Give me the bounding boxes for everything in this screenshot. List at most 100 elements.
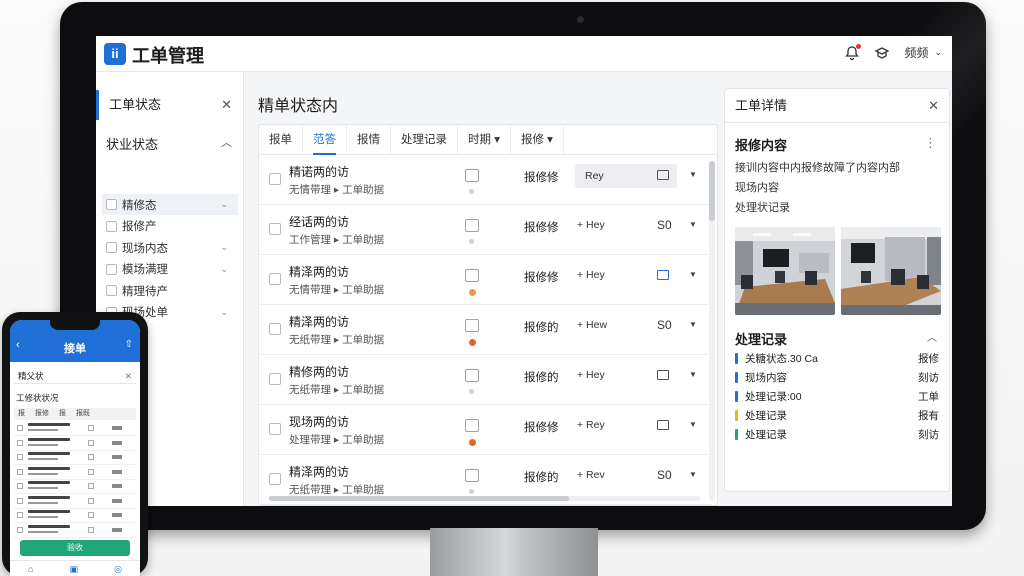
table-row[interactable]: 精泽两的访 无情带理 ▸ 工单助据 报修修 + Hey ▼ <box>259 255 711 305</box>
filter-checkbox[interactable] <box>106 199 117 210</box>
profile-icon[interactable]: ◎ <box>114 561 122 576</box>
log-row: 关糖状态.30 Ca 报修 <box>735 351 939 367</box>
mobile-row-checkbox[interactable] <box>17 526 23 533</box>
scrollbar-thumb[interactable] <box>269 496 569 501</box>
help-icon[interactable] <box>874 45 890 61</box>
row-checkbox[interactable] <box>269 273 281 285</box>
mobile-accept-button[interactable]: 验收 <box>20 540 130 556</box>
mobile-list-item[interactable] <box>14 480 136 494</box>
row-assignee[interactable]: + Hey <box>577 369 605 381</box>
filter-checkbox[interactable] <box>106 263 117 275</box>
image-icon[interactable] <box>657 170 669 180</box>
mobile-list-item[interactable] <box>14 422 136 436</box>
notification-bell-icon[interactable] <box>844 43 862 61</box>
mobile-search[interactable]: 精父状 ✕ <box>14 368 136 384</box>
tab-3[interactable]: 处理记录 <box>391 125 458 155</box>
chevron-up-icon[interactable]: ︿ <box>927 329 937 344</box>
home-icon[interactable]: ⌂ <box>28 561 33 576</box>
log-status-bar <box>735 372 738 383</box>
chevron-down-icon[interactable]: ▼ <box>689 470 697 479</box>
table-row[interactable]: 精修两的访 无纸带理 ▸ 工单助据 报修的 + Hey ▼ <box>259 355 711 405</box>
filter-checkbox[interactable] <box>106 220 117 232</box>
image-icon[interactable] <box>657 420 669 430</box>
image-icon[interactable] <box>657 370 669 380</box>
row-subtitle: 处理带理 ▸ 工单助据 <box>289 434 385 446</box>
mobile-row-checkbox[interactable] <box>17 497 23 504</box>
document-icon[interactable] <box>465 219 479 232</box>
list-icon[interactable]: ▣ <box>70 561 79 576</box>
chevron-down-icon[interactable]: ▼ <box>689 370 697 379</box>
chevron-down-icon[interactable]: ▼ <box>689 220 697 229</box>
close-icon[interactable]: ✕ <box>221 90 232 120</box>
document-icon[interactable] <box>465 169 479 182</box>
table-row[interactable]: 现场两的访 处理带理 ▸ 工单助据 报修修 + Rey ▼ <box>259 405 711 455</box>
tab-2[interactable]: 报情 <box>347 125 391 155</box>
filter-item[interactable]: 模场满理 ⌄ <box>102 259 238 280</box>
mobile-row-checkbox[interactable] <box>17 425 23 431</box>
document-icon[interactable] <box>465 369 479 382</box>
site-photo[interactable] <box>735 227 835 315</box>
mobile-row-checkbox[interactable] <box>17 468 23 475</box>
row-assignee[interactable]: + Hey <box>577 269 605 281</box>
document-icon[interactable] <box>465 419 479 432</box>
mobile-row-checkbox[interactable] <box>17 483 23 489</box>
mobile-row-checkbox[interactable] <box>17 512 23 518</box>
mobile-phone: ‹ 接单 ⇧ 精父状 ✕ 工修状状况 报 报修 报 报既 验收 ⌂ ▣ ◎ <box>2 312 148 576</box>
vertical-scrollbar[interactable] <box>709 161 715 501</box>
row-checkbox[interactable] <box>269 223 281 235</box>
mobile-row-checkbox[interactable] <box>17 439 23 446</box>
site-photo[interactable] <box>841 227 941 315</box>
chevron-down-icon[interactable]: ▼ <box>689 170 697 179</box>
row-checkbox[interactable] <box>269 323 281 335</box>
mobile-list-item[interactable] <box>14 509 136 523</box>
mobile-list-item[interactable] <box>14 437 136 451</box>
close-icon[interactable]: ✕ <box>125 368 132 384</box>
row-assignee[interactable]: + Rev <box>577 469 605 481</box>
row-checkbox[interactable] <box>269 373 281 385</box>
mobile-list-item[interactable] <box>14 466 136 480</box>
mobile-list-item[interactable] <box>14 495 136 509</box>
tab-4[interactable]: 时期 ▾ <box>458 125 511 155</box>
close-icon[interactable]: ✕ <box>928 89 939 123</box>
filter-item[interactable]: 现场内态 ⌄ <box>102 237 238 258</box>
table-row[interactable]: 精诺两的访 无情带理 ▸ 工单助据 报修修 Rey ▼ <box>259 155 711 205</box>
share-icon[interactable]: ⇧ <box>125 339 133 350</box>
detail-header: 工单详情 ✕ <box>725 89 949 123</box>
filter-checkbox[interactable] <box>106 285 117 296</box>
row-assignee[interactable]: + Rey <box>577 419 605 431</box>
chevron-down-icon[interactable]: ▼ <box>689 320 697 329</box>
filter-section-title[interactable]: 状业状态 ︿ <box>106 134 234 153</box>
document-icon[interactable] <box>465 319 479 332</box>
row-assignee[interactable]: + Hey <box>577 219 605 231</box>
image-icon[interactable] <box>657 270 669 280</box>
mobile-column-label: 报 <box>18 410 25 417</box>
more-icon[interactable]: ⋮ <box>924 135 937 151</box>
filter-item[interactable]: 精修态 ⌄ <box>102 194 238 215</box>
chevron-down-icon[interactable]: ▼ <box>689 420 697 429</box>
row-title: 精修两的访 <box>289 365 350 379</box>
tab-1[interactable]: 范答 <box>303 125 347 155</box>
accept-button[interactable]: 验收 <box>735 455 829 481</box>
row-assignee[interactable]: + Hew <box>577 319 607 331</box>
chevron-down-icon[interactable]: ▼ <box>689 270 697 279</box>
tab-5[interactable]: 报修 ▾ <box>511 125 564 155</box>
filter-item[interactable]: 报修产 <box>102 216 238 237</box>
document-icon[interactable] <box>465 269 479 282</box>
mobile-list-item[interactable] <box>14 451 136 465</box>
tab-0[interactable]: 报单 <box>259 125 303 155</box>
filter-item[interactable]: 精理待产 <box>102 280 238 301</box>
row-checkbox[interactable] <box>269 473 281 485</box>
horizontal-scrollbar[interactable] <box>269 496 701 501</box>
filter-checkbox[interactable] <box>106 242 117 253</box>
mobile-row-value <box>112 513 122 517</box>
table-row[interactable]: 经话两的访 工作管理 ▸ 工单助据 报修修 + Hey S0 ▼ <box>259 205 711 255</box>
user-menu[interactable]: 频频 ⌄ <box>904 44 942 61</box>
mobile-row-checkbox[interactable] <box>17 454 23 460</box>
row-checkbox[interactable] <box>269 173 281 185</box>
document-icon[interactable] <box>465 469 479 482</box>
table-row[interactable]: 精泽两的访 无纸带理 ▸ 工单助据 报修的 + Hew S0 ▼ <box>259 305 711 355</box>
mobile-list-item[interactable] <box>14 524 136 538</box>
row-checkbox[interactable] <box>269 423 281 435</box>
scrollbar-thumb[interactable] <box>709 161 715 221</box>
accept-button-secondary[interactable]: 验收 <box>845 455 939 481</box>
